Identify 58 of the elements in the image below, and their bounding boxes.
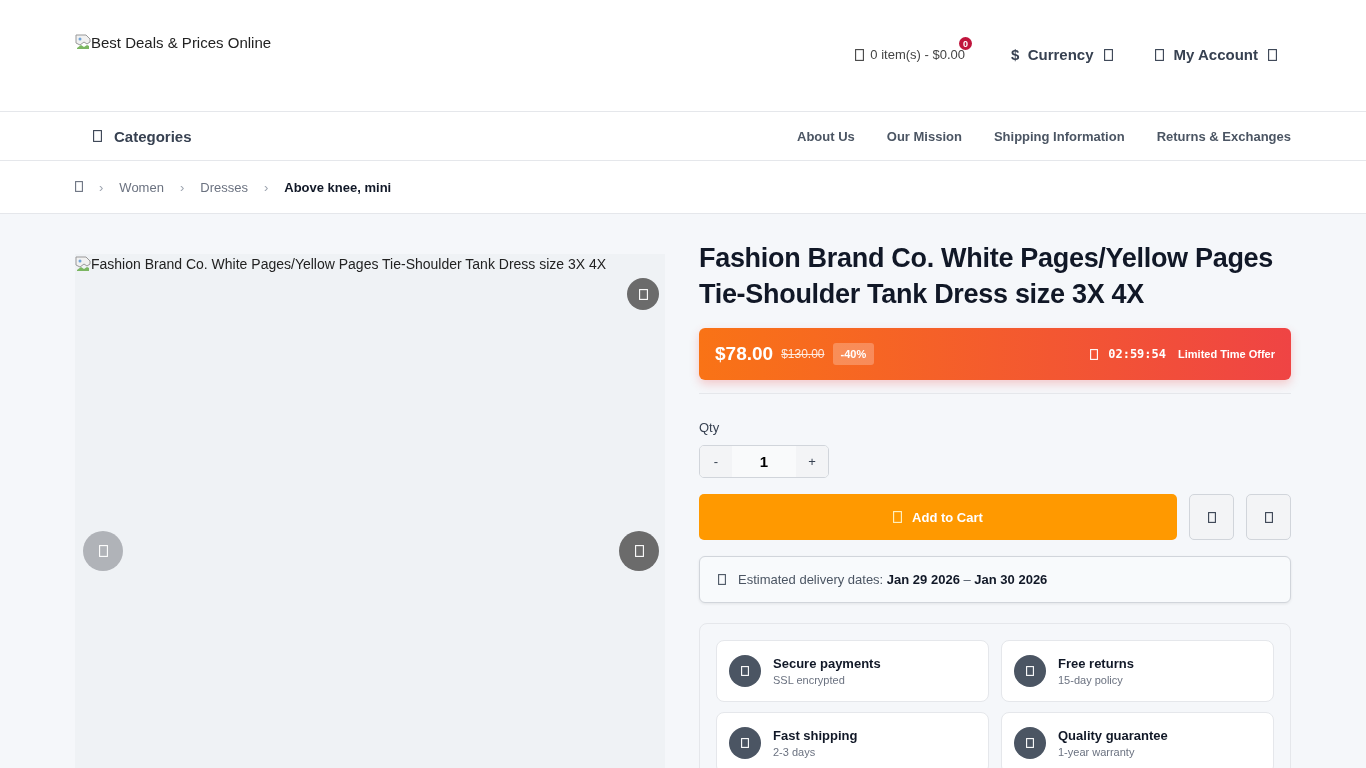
currency-dropdown[interactable]: $ Currency	[1011, 46, 1113, 63]
missing-glyph-icon	[1264, 511, 1273, 523]
next-image-button[interactable]	[619, 531, 659, 571]
missing-glyph-icon	[1268, 48, 1277, 61]
feature-icon	[1014, 727, 1046, 759]
missing-glyph-icon	[93, 130, 102, 142]
quantity-field[interactable]: - 1 +	[699, 445, 829, 478]
missing-glyph-icon	[1103, 48, 1113, 61]
feature-title: Free returns	[1058, 656, 1134, 671]
feature-subtitle: SSL encrypted	[773, 674, 846, 686]
delivery-estimate: Estimated delivery dates: Jan 29 2026 – Jan 30 2026	[738, 572, 1048, 587]
breadcrumb-link[interactable]: Women	[119, 179, 164, 195]
original-price: $130.00	[781, 347, 825, 361]
feature-subtitle: 1-year warranty	[1058, 746, 1136, 758]
increase-button[interactable]: +	[796, 446, 828, 477]
feature-icon	[1014, 655, 1046, 687]
categories-menu[interactable]: Categories	[75, 127, 192, 145]
missing-glyph-icon	[98, 545, 108, 557]
breadcrumb-link[interactable]: Dresses	[200, 179, 248, 195]
image-alt-text: Fashion Brand Co. White Pages/Yellow Pages Tie-Shoulder Tank Dress size 3X 4X	[91, 256, 607, 272]
missing-glyph-icon	[893, 511, 903, 523]
breadcrumb-separator: ›	[263, 179, 269, 195]
feature-title: Secure payments	[773, 656, 881, 671]
missing-glyph-icon	[855, 48, 865, 61]
missing-glyph-icon	[718, 574, 726, 585]
logo-alt-text: Best Deals & Prices Online	[91, 34, 272, 51]
breadcrumb-separator: ›	[179, 179, 185, 195]
sale-price: $78.00	[715, 343, 774, 365]
feature-icon	[729, 727, 761, 759]
offer-label: Limited Time Offer	[1178, 348, 1275, 360]
breadcrumb-current: Above knee, mini	[284, 179, 392, 195]
nav-link[interactable]: About Us	[797, 128, 855, 144]
feature-subtitle: 15-day policy	[1058, 674, 1124, 686]
feature-subtitle: 2-3 days	[773, 746, 817, 758]
nav-link[interactable]: Shipping Information	[993, 128, 1125, 144]
cart-link[interactable]: 0 item(s) - $0.00	[855, 47, 965, 62]
feature-title: Quality guarantee	[1058, 728, 1168, 743]
feature-title: Fast shipping	[773, 728, 858, 743]
zoom-button[interactable]	[627, 278, 659, 310]
quantity-label: Qty	[699, 420, 721, 435]
breadcrumb-separator: ›	[99, 179, 104, 195]
missing-glyph-icon	[638, 288, 648, 300]
product-title: Fashion Brand Co. White Pages/Yellow Pages Tie-Shoulder Tank Dress size 3X 4X	[699, 242, 1275, 311]
nav-link[interactable]: Returns & Exchanges	[1156, 128, 1291, 144]
countdown-timer: 02:59:54	[1108, 347, 1166, 361]
nav-link[interactable]: Our Mission	[886, 128, 962, 144]
decrease-button[interactable]: -	[700, 446, 732, 477]
broken-image-icon	[75, 34, 91, 50]
account-dropdown[interactable]: My Account	[1154, 46, 1277, 63]
home-link[interactable]	[75, 179, 83, 195]
missing-glyph-icon	[1207, 511, 1216, 523]
missing-glyph-icon	[75, 180, 83, 192]
discount-badge: -40%	[832, 343, 875, 365]
feature-icon	[729, 655, 761, 687]
missing-glyph-icon	[634, 545, 644, 557]
missing-glyph-icon	[1090, 348, 1099, 360]
missing-glyph-icon	[1154, 48, 1164, 61]
cart-count-badge: 0	[959, 37, 972, 50]
